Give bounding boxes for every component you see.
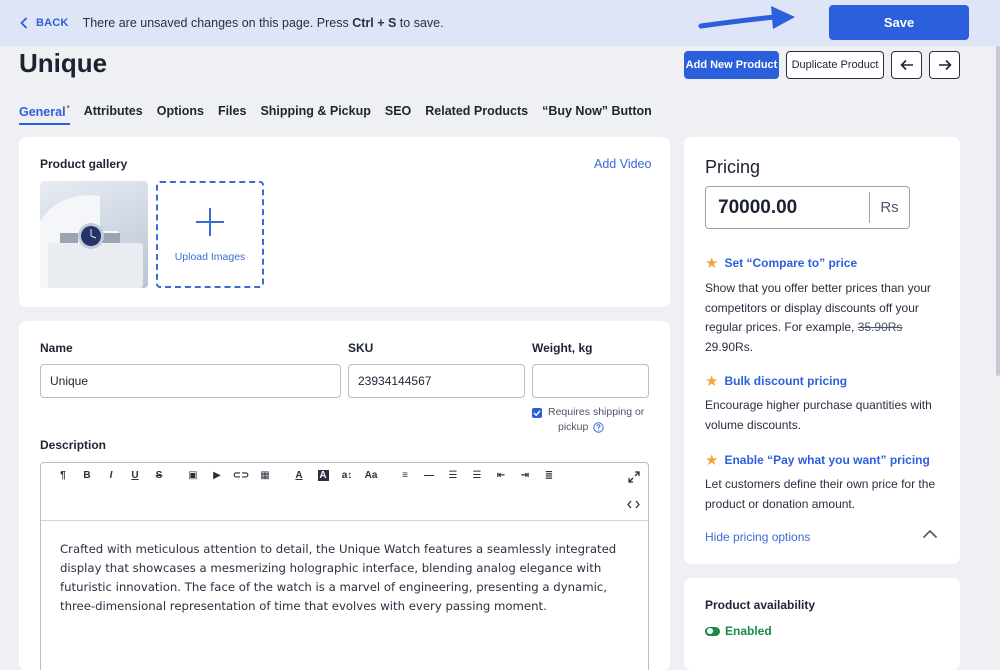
arrow-left-icon	[899, 59, 913, 71]
bulk-discount-link[interactable]: ★ Bulk discount pricing	[705, 372, 847, 390]
availability-title: Product availability	[705, 598, 816, 612]
underline-icon[interactable]: U	[123, 470, 147, 481]
product-details-card: Name SKU Weight, kg Unique 23934144567 R…	[19, 321, 670, 670]
star-icon: ★	[705, 452, 719, 469]
image-icon[interactable]: ▣	[181, 470, 205, 481]
background-color-icon[interactable]: A	[311, 470, 335, 481]
align-icon[interactable]: ≡	[393, 470, 417, 481]
bullet-list-icon[interactable]: ☰	[441, 470, 465, 481]
checkbox-checked-icon	[532, 408, 542, 418]
editor-toolbar: ¶ B I U S ▣ ▶ ⊂⊃ ▦ A A a↕ Aa ≡ — ☰ ☰ ⇤ ⇥…	[41, 463, 648, 521]
description-text[interactable]: Crafted with meticulous attention to det…	[60, 540, 640, 616]
requires-shipping-label: Requires shipping or	[548, 406, 645, 418]
sku-input[interactable]: 23934144567	[348, 364, 525, 398]
currency-label: Rs	[869, 192, 909, 223]
weight-label: Weight, kg	[532, 341, 593, 355]
requires-shipping-label-2: pickup	[558, 421, 589, 433]
price-value: 70000.00	[718, 196, 798, 218]
text-color-icon[interactable]: A	[287, 470, 311, 481]
star-icon: ★	[705, 373, 719, 390]
help-icon[interactable]	[593, 422, 605, 433]
video-icon[interactable]: ▶	[205, 470, 229, 481]
font-family-icon[interactable]: Aa	[359, 470, 383, 481]
strikethrough-icon[interactable]: S	[147, 470, 171, 481]
weight-input[interactable]	[532, 364, 649, 398]
font-size-icon[interactable]: a↕	[335, 470, 359, 481]
unsaved-marker: *	[66, 104, 70, 113]
annotation-arrow-icon	[698, 6, 795, 29]
tab-shipping-pickup[interactable]: Shipping & Pickup	[260, 104, 370, 125]
page-title: Unique	[19, 48, 108, 78]
upload-images-button[interactable]: Upload Images	[156, 181, 264, 288]
fullscreen-icon[interactable]	[628, 471, 640, 483]
pricing-title: Pricing	[705, 157, 761, 177]
old-price-example: 35.90Rs	[857, 320, 903, 334]
outdent-icon[interactable]: ⇤	[489, 470, 513, 481]
page-scrollbar[interactable]	[996, 46, 1000, 376]
add-video-link[interactable]: Add Video	[594, 157, 651, 171]
tab-related-products[interactable]: Related Products	[425, 104, 528, 125]
star-icon: ★	[705, 255, 719, 272]
tab-options[interactable]: Options	[157, 104, 204, 125]
availability-toggle[interactable]: Enabled	[705, 624, 772, 638]
unsaved-message: There are unsaved changes on this page. …	[82, 16, 444, 30]
bulk-discount-description: Encourage higher purchase quantities wit…	[705, 398, 932, 432]
italic-icon[interactable]: I	[99, 470, 123, 481]
tab-general[interactable]: General*	[19, 104, 70, 126]
chevron-up-icon[interactable]	[922, 529, 938, 539]
bold-icon[interactable]: B	[75, 470, 99, 481]
upload-label: Upload Images	[174, 250, 246, 263]
next-product-button[interactable]	[929, 51, 960, 79]
pay-what-you-want-description: Let customers define their own price for…	[705, 477, 936, 511]
description-editor[interactable]: ¶ B I U S ▣ ▶ ⊂⊃ ▦ A A a↕ Aa ≡ — ☰ ☰ ⇤ ⇥…	[40, 462, 649, 670]
table-icon[interactable]: ▦	[253, 470, 277, 481]
sku-label: SKU	[348, 341, 374, 355]
availability-card: Product availability Enabled	[684, 578, 960, 670]
link-icon[interactable]: ⊂⊃	[229, 470, 253, 481]
pricing-card: Pricing 70000.00 Rs ★ Set “Compare to” pr…	[684, 137, 960, 564]
name-label: Name	[40, 341, 73, 355]
toggle-on-icon	[705, 626, 720, 636]
save-button[interactable]: Save	[829, 5, 969, 40]
product-tabs: General* Attributes Options Files Shippi…	[19, 104, 666, 126]
availability-status: Enabled	[725, 624, 772, 638]
description-label: Description	[40, 438, 107, 452]
watch-image	[40, 195, 143, 288]
tab-files[interactable]: Files	[218, 104, 247, 125]
plus-icon	[196, 207, 224, 236]
horizontal-line-icon[interactable]: —	[417, 470, 441, 481]
tab-attributes[interactable]: Attributes	[84, 104, 143, 125]
arrow-right-icon	[938, 59, 952, 71]
product-gallery-card: Product gallery Add Video Upload Images	[19, 137, 670, 307]
shortcut-text: Ctrl + S	[352, 16, 397, 30]
name-input[interactable]: Unique	[40, 364, 341, 398]
product-image-thumbnail[interactable]	[40, 181, 148, 288]
gallery-title: Product gallery	[40, 157, 128, 171]
paragraph-icon[interactable]: ¶	[51, 470, 75, 481]
requires-shipping-checkbox[interactable]: Requires shipping or pickup	[532, 405, 644, 435]
previous-product-button[interactable]	[891, 51, 922, 79]
hide-pricing-options-link[interactable]: Hide pricing options	[705, 530, 810, 544]
tab-buy-now-button[interactable]: “Buy Now” Button	[542, 104, 652, 125]
code-view-icon[interactable]	[627, 500, 640, 509]
compare-to-description: Show that you offer better prices than y…	[705, 281, 931, 354]
duplicate-product-button[interactable]: Duplicate Product	[786, 51, 884, 79]
back-button[interactable]: BACK	[20, 17, 69, 29]
compare-to-price-link[interactable]: ★ Set “Compare to” price	[705, 254, 857, 272]
pay-what-you-want-link[interactable]: ★ Enable “Pay what you want” pricing	[705, 451, 930, 469]
back-label: BACK	[36, 17, 69, 29]
tab-seo[interactable]: SEO	[385, 104, 411, 125]
paragraph-format-icon[interactable]: ≣	[537, 470, 561, 481]
indent-icon[interactable]: ⇥	[513, 470, 537, 481]
numbered-list-icon[interactable]: ☰	[465, 470, 489, 481]
price-input[interactable]: 70000.00 Rs	[705, 186, 910, 229]
add-new-product-button[interactable]: Add New Product	[684, 51, 779, 79]
chevron-left-icon	[20, 17, 28, 29]
